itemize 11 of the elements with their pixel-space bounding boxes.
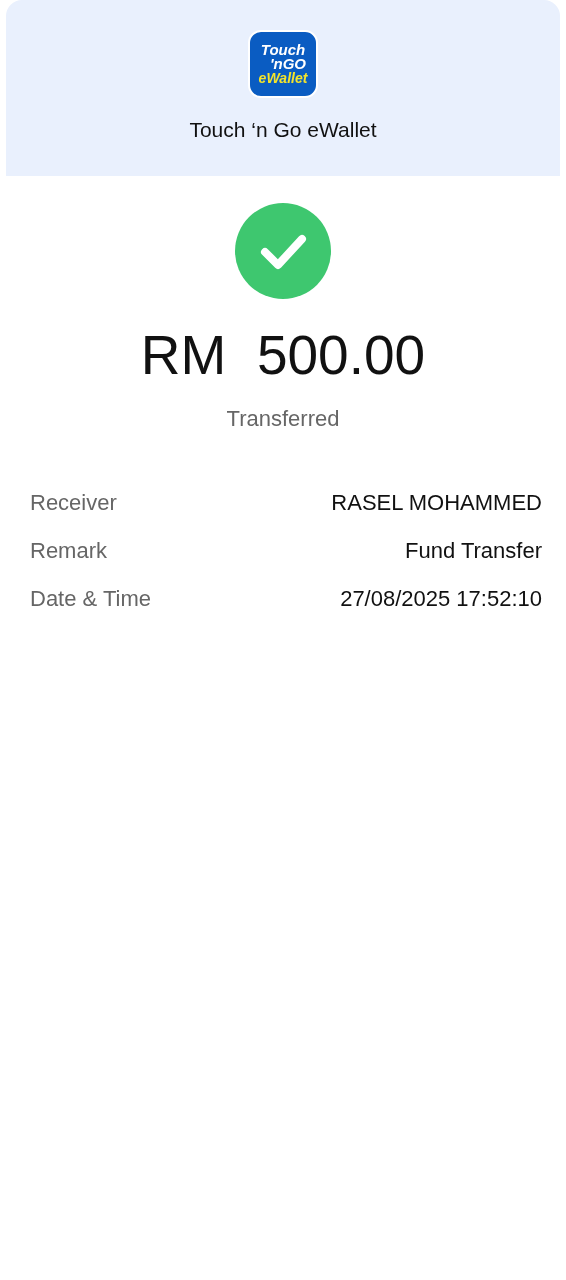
detail-label: Remark bbox=[30, 537, 107, 564]
detail-value: Fund Transfer bbox=[405, 537, 542, 564]
detail-label: Date & Time bbox=[30, 585, 152, 612]
detail-value: 27/08/2025 17:52:10 bbox=[340, 585, 542, 612]
success-check-icon bbox=[235, 203, 331, 299]
app-title: Touch ‘n Go eWallet bbox=[189, 118, 377, 142]
status-label: Transferred bbox=[226, 405, 340, 432]
amount: RM 500.00 bbox=[140, 325, 426, 386]
detail-label: Receiver bbox=[30, 489, 117, 516]
app-logo: Touch 'nGO eWallet bbox=[248, 30, 318, 98]
detail-value: RASEL MOHAMMED bbox=[331, 489, 542, 516]
